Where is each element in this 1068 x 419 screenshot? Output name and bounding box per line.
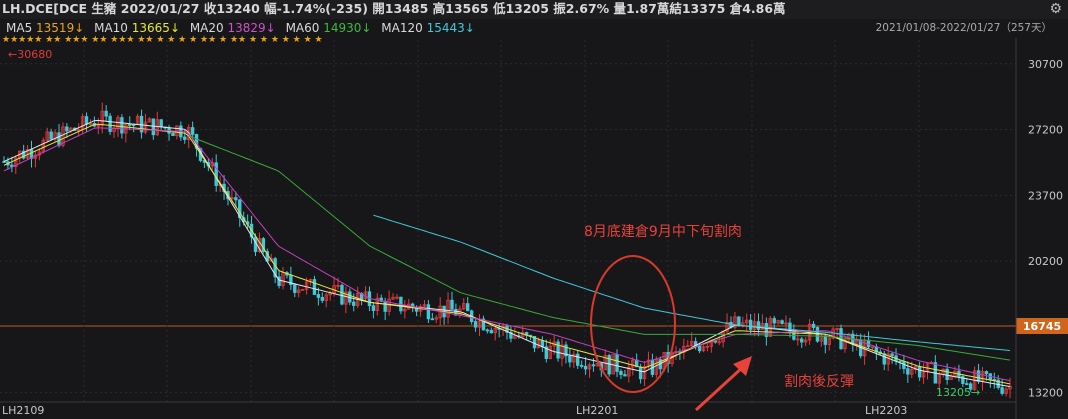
candle-body — [383, 300, 387, 312]
candle-body — [591, 364, 596, 367]
candle-body — [1000, 387, 1004, 394]
candle-body — [489, 330, 493, 334]
candle-body — [293, 284, 297, 293]
candle-body — [108, 115, 112, 132]
candle-body — [772, 318, 776, 324]
candle-body — [171, 132, 175, 137]
candle-body — [811, 323, 816, 328]
candle-body — [352, 301, 356, 306]
candle-body — [159, 119, 163, 128]
candle-body — [49, 131, 53, 140]
candle-body — [638, 366, 643, 380]
candle-body — [917, 366, 922, 378]
y-tick-label: 16745 — [1023, 320, 1061, 333]
low-price-label: 13205→ — [936, 386, 980, 399]
candle-body — [430, 318, 435, 321]
ma-line-ma5 — [3, 119, 1011, 388]
candle-body — [737, 316, 741, 327]
candle-body — [104, 110, 108, 117]
x-axis: LH2109 LH2201 LH2203 — [0, 401, 1016, 417]
candle-body — [128, 124, 132, 126]
candle-body — [340, 284, 344, 305]
ma-lines — [3, 119, 1011, 388]
candle-body — [965, 383, 969, 385]
annotations: ←30680 13205→ 8月底建倉9月中下旬割肉割肉後反彈 — [8, 48, 980, 412]
candle-body — [131, 124, 136, 126]
candle-body — [151, 118, 156, 136]
annotation-arrow-shaft — [694, 364, 746, 412]
x-tick-label: LH2203 — [865, 404, 907, 417]
candle-body — [906, 368, 910, 375]
candle-body — [84, 116, 89, 125]
candle-body — [583, 365, 588, 370]
candle-body — [800, 338, 804, 343]
candle-body — [450, 299, 454, 310]
y-tick-label: 23700 — [1028, 189, 1063, 202]
candle-body — [823, 335, 828, 345]
candle-body — [183, 136, 187, 140]
candle-body — [756, 321, 761, 330]
candle-body — [556, 341, 560, 359]
candle-body — [697, 345, 702, 352]
candle-body — [2, 161, 6, 163]
y-tick-label: 13200 — [1028, 387, 1063, 400]
high-price-label: ←30680 — [8, 48, 52, 61]
x-tick-label: LH2201 — [576, 404, 618, 417]
candle-body — [316, 294, 321, 298]
candle-body — [945, 368, 949, 380]
candle-body — [485, 329, 490, 332]
candle-body — [619, 371, 623, 375]
candle-body — [976, 370, 981, 382]
candle-body — [234, 197, 238, 201]
candle-body — [473, 321, 478, 328]
candle-body — [748, 319, 753, 330]
candle-body — [371, 305, 376, 311]
candle-body — [984, 371, 989, 375]
y-tick-label: 20200 — [1028, 255, 1063, 268]
candle-body — [579, 364, 584, 367]
candlesticks — [2, 102, 1012, 399]
candle-body — [426, 304, 431, 320]
candle-body — [882, 353, 886, 365]
price-chart[interactable]: 307002720023700202001674513200 LH2109 LH2… — [0, 0, 1068, 419]
candle-body — [623, 374, 627, 377]
candle-body — [466, 303, 470, 312]
y-tick-label: 30700 — [1028, 58, 1063, 71]
candle-body — [568, 355, 572, 363]
candle-body — [65, 126, 69, 132]
candle-body — [320, 297, 325, 301]
candle-body — [615, 354, 619, 372]
candle-body — [57, 132, 61, 146]
annotation-text-bottom: 割肉後反彈 — [784, 373, 854, 390]
candle-body — [312, 279, 317, 295]
x-tick-label: LH2109 — [2, 404, 44, 417]
candle-body — [576, 353, 580, 366]
annotation-text-top: 8月底建倉9月中下旬割肉 — [584, 223, 742, 240]
y-tick-label: 27200 — [1028, 124, 1063, 137]
candle-body — [780, 320, 784, 324]
candle-body — [890, 353, 894, 357]
candle-body — [190, 127, 195, 135]
y-axis: 30700 27200 23700 20200 16745 13200 — [1015, 38, 1068, 419]
candle-body — [120, 117, 124, 134]
